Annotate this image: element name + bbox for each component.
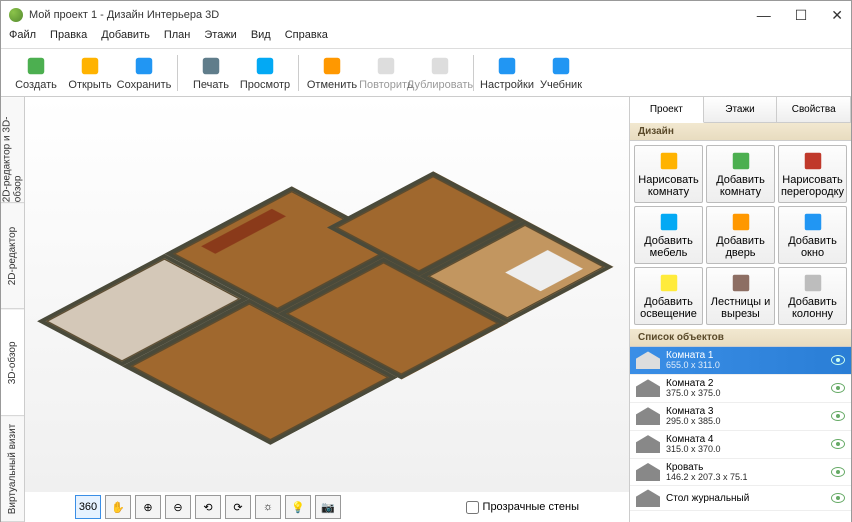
object-icon [636, 379, 660, 397]
right-tabs: ПроектЭтажиСвойства [630, 97, 851, 123]
objects-header: Список объектов [630, 329, 851, 347]
visibility-icon[interactable] [831, 355, 845, 365]
design-Добавить-мебель[interactable]: Добавитьмебель [634, 206, 703, 264]
menu-Справка[interactable]: Справка [285, 29, 328, 48]
menu-Добавить[interactable]: Добавить [101, 29, 150, 48]
toolbar-redo-button[interactable]: Повторить [359, 55, 413, 91]
view-tool-4[interactable]: ⟲ [195, 495, 221, 519]
menu-Файл[interactable]: Файл [9, 29, 36, 48]
object-item[interactable]: Кровать146.2 x 207.3 x 75.1 [630, 459, 851, 487]
object-icon [636, 407, 660, 425]
object-item[interactable]: Комната 1655.0 x 311.0 [630, 347, 851, 375]
3d-canvas[interactable] [25, 97, 629, 492]
transparent-walls-checkbox[interactable]: Прозрачные стены [466, 501, 579, 514]
view-tool-6[interactable]: ☼ [255, 495, 281, 519]
right-tab-Свойства[interactable]: Свойства [777, 97, 851, 122]
side-tabs: 2D-редактор и 3D-обзор2D-редактор3D-обзо… [1, 97, 25, 522]
design-header: Дизайн [630, 123, 851, 141]
object-icon [636, 351, 660, 369]
design-Добавить-комнату[interactable]: Добавитькомнату [706, 145, 775, 203]
titlebar: Мой проект 1 - Дизайн Интерьера 3D — ☐ ✕ [1, 1, 851, 29]
object-item[interactable]: Комната 2375.0 x 375.0 [630, 375, 851, 403]
toolbar-settings-button[interactable]: Настройки [480, 55, 534, 91]
object-item[interactable]: Стол журнальный [630, 486, 851, 511]
side-tab-3[interactable]: Виртуальный визит [1, 416, 24, 522]
view-tool-1[interactable]: ✋ [105, 495, 131, 519]
design-Добавить-колонну[interactable]: Добавитьколонну [778, 267, 847, 325]
right-panel: ПроектЭтажиСвойства Дизайн Нарисоватьком… [629, 97, 851, 522]
object-item[interactable]: Комната 4315.0 x 370.0 [630, 431, 851, 459]
view-tool-2[interactable]: ⊕ [135, 495, 161, 519]
toolbar-print-button[interactable]: Печать [184, 55, 238, 91]
window-title: Мой проект 1 - Дизайн Интерьера 3D [29, 9, 219, 21]
design-Добавить-окно[interactable]: Добавитьокно [778, 206, 847, 264]
visibility-icon[interactable] [831, 493, 845, 503]
visibility-icon[interactable] [831, 439, 845, 449]
menu-План[interactable]: План [164, 29, 191, 48]
view-tool-8[interactable]: 📷 [315, 495, 341, 519]
visibility-icon[interactable] [831, 383, 845, 393]
toolbar-new-button[interactable]: Создать [9, 55, 63, 91]
toolbar-open-button[interactable]: Открыть [63, 55, 117, 91]
view-tools: 360✋⊕⊖⟲⟳☼💡📷 Прозрачные стены [25, 492, 629, 522]
visibility-icon[interactable] [831, 467, 845, 477]
minimize-button[interactable]: — [757, 7, 771, 24]
toolbar-help-button[interactable]: Учебник [534, 55, 588, 91]
maximize-button[interactable]: ☐ [795, 7, 808, 24]
view-tool-7[interactable]: 💡 [285, 495, 311, 519]
app-icon [9, 8, 23, 22]
menu-Правка[interactable]: Правка [50, 29, 87, 48]
view-tool-0[interactable]: 360 [75, 495, 101, 519]
view-tool-5[interactable]: ⟳ [225, 495, 251, 519]
object-icon [636, 463, 660, 481]
object-list: Комната 1655.0 x 311.0Комната 2375.0 x 3… [630, 347, 851, 522]
view-tool-3[interactable]: ⊖ [165, 495, 191, 519]
object-item[interactable]: Комната 3295.0 x 385.0 [630, 403, 851, 431]
side-tab-1[interactable]: 2D-редактор [1, 203, 24, 309]
object-icon [636, 489, 660, 507]
design-Нарисовать-перегородку[interactable]: Нарисоватьперегородку [778, 145, 847, 203]
menubar: Файл Правка Добавить План Этажи Вид Справка [1, 29, 851, 49]
design-Нарисовать-комнату[interactable]: Нарисоватькомнату [634, 145, 703, 203]
toolbar-preview-button[interactable]: Просмотр [238, 55, 292, 91]
right-tab-Этажи[interactable]: Этажи [704, 97, 778, 122]
menu-Этажи[interactable]: Этажи [204, 29, 236, 48]
toolbar-save-button[interactable]: Сохранить [117, 55, 171, 91]
viewport: 360✋⊕⊖⟲⟳☼💡📷 Прозрачные стены [25, 97, 629, 522]
design-Добавить-освещение[interactable]: Добавитьосвещение [634, 267, 703, 325]
menu-Вид[interactable]: Вид [251, 29, 271, 48]
side-tab-0[interactable]: 2D-редактор и 3D-обзор [1, 97, 24, 203]
visibility-icon[interactable] [831, 411, 845, 421]
side-tab-2[interactable]: 3D-обзор [1, 310, 24, 416]
design-Добавить-дверь[interactable]: Добавитьдверь [706, 206, 775, 264]
right-tab-Проект[interactable]: Проект [630, 97, 704, 123]
design-grid: НарисоватькомнатуДобавитькомнатуНарисова… [630, 141, 851, 329]
design-Лестницы и-вырезы[interactable]: Лестницы ивырезы [706, 267, 775, 325]
close-button[interactable]: ✕ [831, 7, 843, 24]
toolbar-dup-button[interactable]: Дублировать [413, 55, 467, 91]
main-toolbar: СоздатьОткрытьСохранить ПечатьПросмотр Отм… [1, 49, 851, 97]
toolbar-undo-button[interactable]: Отменить [305, 55, 359, 91]
object-icon [636, 435, 660, 453]
